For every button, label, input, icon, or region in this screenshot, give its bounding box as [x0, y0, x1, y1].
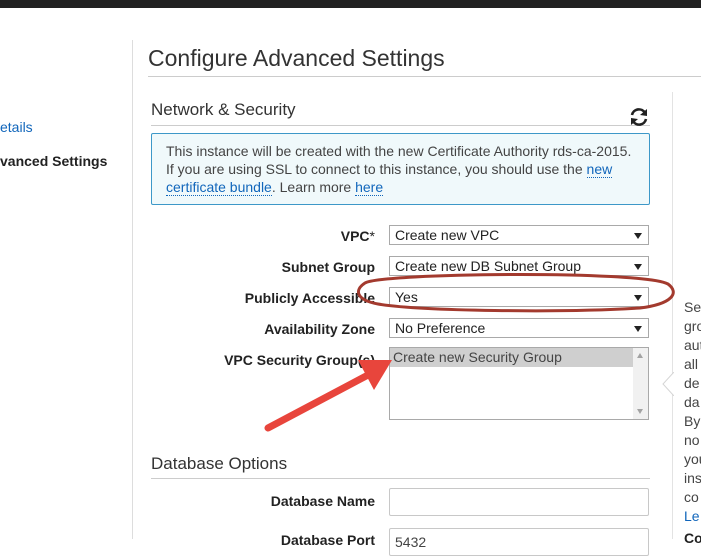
availability-zone-select-value: No Preference — [395, 320, 486, 336]
help-line: gro — [684, 318, 701, 334]
availability-zone-label: Availability Zone — [264, 321, 375, 337]
database-port-input[interactable] — [389, 528, 649, 556]
database-name-label: Database Name — [270, 493, 375, 509]
help-line: you — [684, 451, 701, 467]
sidebar-item-details[interactable]: etails — [0, 119, 33, 135]
availability-zone-select[interactable]: No Preference — [389, 318, 649, 338]
help-line: aut — [684, 337, 701, 353]
publicly-accessible-select-value: Yes — [395, 289, 418, 305]
learn-more-link[interactable]: here — [355, 179, 384, 196]
subnet-group-select[interactable]: Create new DB Subnet Group — [389, 256, 649, 276]
info-text: This instance will be created with the n… — [166, 143, 632, 177]
vpc-security-groups-listbox[interactable]: Create new Security Group — [389, 347, 649, 420]
certificate-info-box: This instance will be created with the n… — [151, 133, 650, 205]
help-learn-more-link[interactable]: Le — [684, 507, 701, 526]
help-panel: Se gro aut all de da By no you ins co Le — [684, 298, 701, 526]
network-security-heading: Network & Security — [151, 100, 296, 119]
sidebar-item-advanced-settings[interactable]: vanced Settings — [0, 153, 107, 169]
help-panel-heading-fragment: Co — [684, 530, 701, 546]
subnet-group-label: Subnet Group — [281, 259, 375, 275]
sidebar-divider — [132, 40, 133, 539]
database-port-label: Database Port — [280, 532, 375, 548]
help-line: de — [684, 375, 700, 391]
help-line: da — [684, 394, 700, 410]
dropdown-arrow-icon — [634, 295, 642, 301]
scroll-down-icon[interactable] — [637, 409, 643, 414]
info-text-learn-more: . Learn more — [271, 179, 356, 195]
help-line: all — [684, 356, 699, 372]
database-name-input[interactable] — [389, 488, 649, 516]
help-line: ins — [684, 470, 701, 486]
help-line: By — [684, 413, 701, 429]
dropdown-arrow-icon — [634, 326, 642, 332]
publicly-accessible-label: Publicly Accessible — [244, 290, 375, 306]
help-popover-caret — [662, 372, 674, 396]
page-title: Configure Advanced Settings — [148, 45, 445, 71]
vpc-select-value: Create new VPC — [395, 227, 500, 243]
listbox-scrollbar[interactable] — [633, 348, 648, 419]
dropdown-arrow-icon — [634, 264, 642, 270]
subnet-group-select-value: Create new DB Subnet Group — [395, 258, 581, 274]
security-group-option[interactable]: Create new Security Group — [390, 348, 633, 367]
dropdown-arrow-icon — [634, 233, 642, 239]
vpc-select[interactable]: Create new VPC — [389, 225, 649, 245]
help-line: no — [684, 432, 700, 448]
required-mark: * — [369, 228, 375, 244]
vpc-security-groups-label: VPC Security Group(s) — [224, 352, 375, 368]
vpc-label: VPC* — [341, 228, 375, 244]
database-options-heading: Database Options — [151, 454, 288, 473]
top-nav-bar — [0, 0, 701, 8]
section-divider — [151, 125, 650, 126]
section-divider — [151, 478, 650, 479]
help-panel-divider — [672, 92, 673, 539]
scroll-up-icon[interactable] — [637, 353, 643, 358]
refresh-icon[interactable] — [628, 106, 650, 128]
title-divider — [148, 76, 701, 77]
help-line: Se — [684, 299, 701, 315]
help-line: co — [684, 489, 699, 505]
vpc-label-text: VPC — [340, 228, 370, 244]
publicly-accessible-select[interactable]: Yes — [389, 287, 649, 307]
